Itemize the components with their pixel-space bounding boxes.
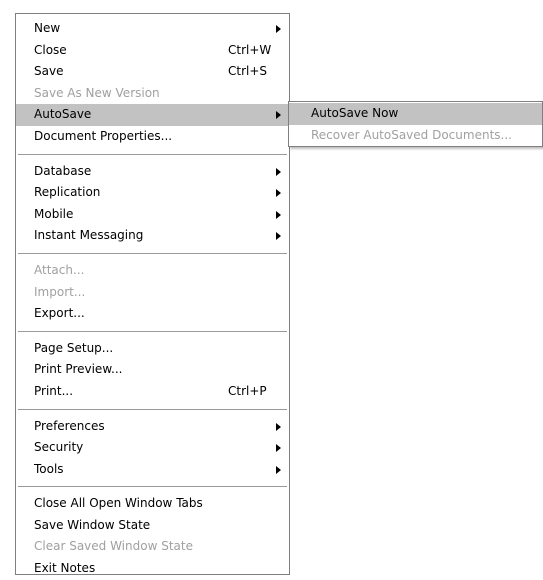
menu-item-document-properties[interactable]: Document Properties...	[16, 126, 289, 148]
submenu-arrow-icon	[276, 232, 281, 241]
menu-item-label: Save As New Version	[34, 85, 160, 100]
menu-separator	[18, 252, 287, 254]
menu-item-page-setup[interactable]: Page Setup...	[16, 338, 289, 360]
menu-item-clear-saved-window-state: Clear Saved Window State	[16, 536, 289, 558]
menu-item-new[interactable]: New	[16, 18, 289, 40]
menu-item-label: Close	[34, 42, 67, 57]
menu-item-print[interactable]: Print... Ctrl+P	[16, 381, 289, 403]
menu-item-tools[interactable]: Tools	[16, 459, 289, 481]
submenu-arrow-icon	[276, 465, 281, 474]
menu-item-print-preview[interactable]: Print Preview...	[16, 359, 289, 381]
menu-item-save-window-state[interactable]: Save Window State	[16, 515, 289, 537]
menu-item-label: New	[34, 21, 61, 35]
menu-separator	[18, 486, 287, 488]
menu-item-label: AutoSave Now	[311, 106, 399, 120]
menu-item-label: Print...	[34, 383, 74, 398]
submenu-arrow-icon	[276, 444, 281, 453]
autosave-submenu: AutoSave Now Recover AutoSaved Documents…	[288, 101, 543, 147]
menu-item-shortcut: Ctrl+S	[228, 64, 268, 79]
menu-item-label: Recover AutoSaved Documents...	[311, 127, 512, 142]
menu-item-label: AutoSave	[34, 107, 92, 122]
menu-item-label: Print Preview...	[34, 362, 123, 377]
submenu-arrow-icon	[276, 25, 281, 33]
submenu-arrow-icon	[276, 422, 281, 431]
menu-item-label: Page Setup...	[34, 340, 114, 355]
menu-item-preferences[interactable]: Preferences	[16, 416, 289, 438]
menu-item-label: Export...	[34, 306, 85, 321]
menu-item-import: Import...	[16, 282, 289, 304]
submenu-arrow-icon	[276, 167, 281, 176]
menu-separator	[18, 153, 287, 155]
menu-item-database[interactable]: Database	[16, 161, 289, 183]
menu-item-label: Mobile	[34, 206, 74, 221]
menu-item-instant-messaging[interactable]: Instant Messaging	[16, 225, 289, 247]
menu-item-label: Security	[34, 440, 84, 455]
submenu-item-autosave-now[interactable]: AutoSave Now	[289, 103, 542, 125]
menu-item-attach: Attach...	[16, 260, 289, 282]
menu-item-label: Save Window State	[34, 517, 151, 532]
menu-item-label: Instant Messaging	[34, 228, 144, 243]
menu-item-label: Document Properties...	[34, 128, 173, 143]
menu-item-label: Import...	[34, 284, 86, 299]
menu-item-label: Clear Saved Window State	[34, 539, 193, 554]
menu-separator	[18, 408, 287, 410]
menu-item-save-as-new-version: Save As New Version	[16, 83, 289, 105]
submenu-item-recover-autosaved-documents: Recover AutoSaved Documents...	[289, 125, 542, 147]
menu-item-label: Database	[34, 163, 92, 178]
menu-item-label: Preferences	[34, 418, 105, 433]
menu-separator	[18, 330, 287, 332]
submenu-arrow-icon	[276, 111, 281, 120]
menu-item-label: Replication	[34, 185, 101, 200]
menu-item-label: Save	[34, 64, 64, 79]
menu-item-autosave[interactable]: AutoSave	[16, 104, 289, 126]
menu-item-export[interactable]: Export...	[16, 303, 289, 325]
menu-item-shortcut: Ctrl+P	[228, 383, 267, 398]
menu-item-close[interactable]: Close Ctrl+W	[16, 40, 289, 62]
menu-item-exit-notes[interactable]: Exit Notes	[16, 558, 289, 580]
file-menu: New Close Ctrl+W Save Ctrl+S Save As New…	[15, 13, 290, 575]
menu-item-replication[interactable]: Replication	[16, 182, 289, 204]
menu-item-save[interactable]: Save Ctrl+S	[16, 61, 289, 83]
menu-item-shortcut: Ctrl+W	[228, 42, 272, 57]
menu-item-label: Close All Open Window Tabs	[34, 496, 203, 511]
menu-item-label: Tools	[34, 461, 64, 476]
menu-item-security[interactable]: Security	[16, 437, 289, 459]
menu-item-close-all-open-window-tabs[interactable]: Close All Open Window Tabs	[16, 493, 289, 515]
submenu-arrow-icon	[276, 210, 281, 219]
menu-item-label: Exit Notes	[34, 561, 96, 576]
menu-item-label: Attach...	[34, 262, 85, 277]
submenu-arrow-icon	[276, 189, 281, 198]
menu-item-mobile[interactable]: Mobile	[16, 204, 289, 226]
